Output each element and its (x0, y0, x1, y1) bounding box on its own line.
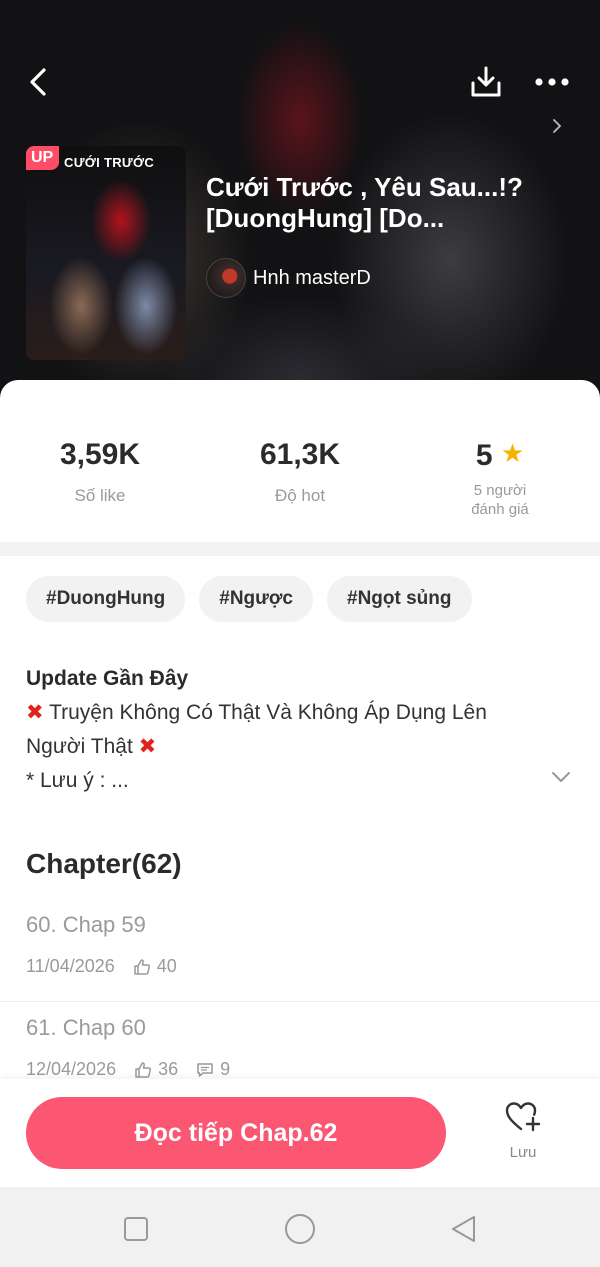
book-title: Cưới Trước , Yêu Sau...!? [DuongHung] [D… (206, 172, 523, 233)
update-line-1: Truyện Không Có Thật Và Không Áp Dụng Lê… (49, 701, 487, 724)
save-label: Lưu (509, 1144, 537, 1161)
continue-reading-button[interactable]: Đọc tiếp Chap.62 (26, 1097, 446, 1169)
cross-mark-icon: ✖ (26, 701, 44, 724)
tag-duonghung[interactable]: #DuongHung (26, 576, 186, 622)
circle-icon (285, 1214, 315, 1244)
save-button[interactable]: Lưu (493, 1101, 553, 1161)
triangle-back-icon (452, 1216, 475, 1242)
chevron-right-icon[interactable] (552, 118, 562, 139)
update-line-3: * Lưu ý : ... (26, 769, 129, 792)
cover-title: CƯỚI TRƯỚC (64, 155, 155, 170)
section-divider (0, 542, 600, 556)
rating-label: đánh giá (471, 501, 529, 518)
tag-nguoc[interactable]: #Ngược (199, 576, 313, 622)
likes-stat: 3,59K Số like (0, 438, 200, 506)
rating-value: 5 (475, 439, 493, 472)
heart-plus-icon (505, 1102, 541, 1132)
chevron-left-icon (30, 68, 46, 96)
likes-value: 3,59K (59, 438, 141, 471)
rating-stat[interactable]: 5 ★ 5 người đánh giá (400, 438, 600, 519)
back-button[interactable] (18, 62, 58, 102)
chapter-title: 60. Chap 59 (26, 912, 146, 937)
up-badge: UP (26, 146, 60, 170)
stats-row: 3,59K Số like 61,3K Độ hot 5 ★ 5 người đ… (0, 380, 600, 542)
tag-list: #DuongHung #Ngược #Ngọt sủng (26, 576, 472, 622)
likes-label: Số like (74, 486, 126, 505)
download-icon (471, 66, 501, 97)
update-line-2: Người Thật (26, 735, 133, 758)
author-name[interactable]: Hnh masterD (253, 267, 371, 290)
chapters-title: Chapter(62) (26, 848, 182, 879)
expand-chevron-icon[interactable] (550, 770, 572, 789)
book-cover[interactable]: UP CƯỚI TRƯỚC (26, 146, 186, 360)
chapter-date: 11/04/2026 (26, 956, 115, 976)
update-body: ✖ Truyện Không Có Thật Và Không Áp Dụng … (26, 696, 546, 798)
book-header: UP CƯỚI TRƯỚC Cưới Trước , Yêu Sau...!? … (0, 0, 600, 420)
update-title: Update Gần Đây (26, 667, 189, 690)
author[interactable]: Hnh masterD (206, 258, 371, 298)
tag-ngot-sung[interactable]: #Ngọt sủng (327, 576, 472, 622)
hot-value: 61,3K (259, 438, 341, 471)
cross-mark-icon: ✖ (138, 735, 157, 758)
chapter-title: 61. Chap 60 (26, 1015, 146, 1040)
more-options-button[interactable] (532, 62, 572, 102)
star-icon: ★ (500, 438, 525, 468)
hot-label: Độ hot (274, 486, 326, 505)
chapter-likes: 36 (158, 1059, 179, 1079)
author-avatar[interactable] (206, 258, 246, 298)
thumbs-up-icon (133, 958, 151, 976)
square-icon (124, 1217, 148, 1241)
hot-stat: 61,3K Độ hot (200, 438, 400, 506)
chapter-date: 12/04/2026 (26, 1059, 117, 1079)
bottom-action-bar: Đọc tiếp Chap.62 Lưu (0, 1079, 600, 1187)
thumbs-up-icon (134, 1061, 152, 1079)
chapter-comments: 9 (220, 1059, 231, 1079)
chapter-likes: 40 (156, 956, 177, 976)
more-dots-icon (535, 78, 569, 86)
home-button[interactable] (282, 1211, 318, 1247)
download-button[interactable] (466, 62, 506, 102)
chapter-row[interactable]: 60. Chap 59 11/04/2026 40 (0, 898, 600, 1002)
comment-icon (196, 1061, 214, 1079)
update-section: Update Gần Đây ✖ Truyện Không Có Thật Và… (26, 664, 546, 798)
recent-apps-button[interactable] (118, 1211, 154, 1247)
rating-count-label: 5 người (473, 482, 527, 499)
system-nav-bar (0, 1187, 600, 1267)
back-nav-button[interactable] (446, 1211, 482, 1247)
